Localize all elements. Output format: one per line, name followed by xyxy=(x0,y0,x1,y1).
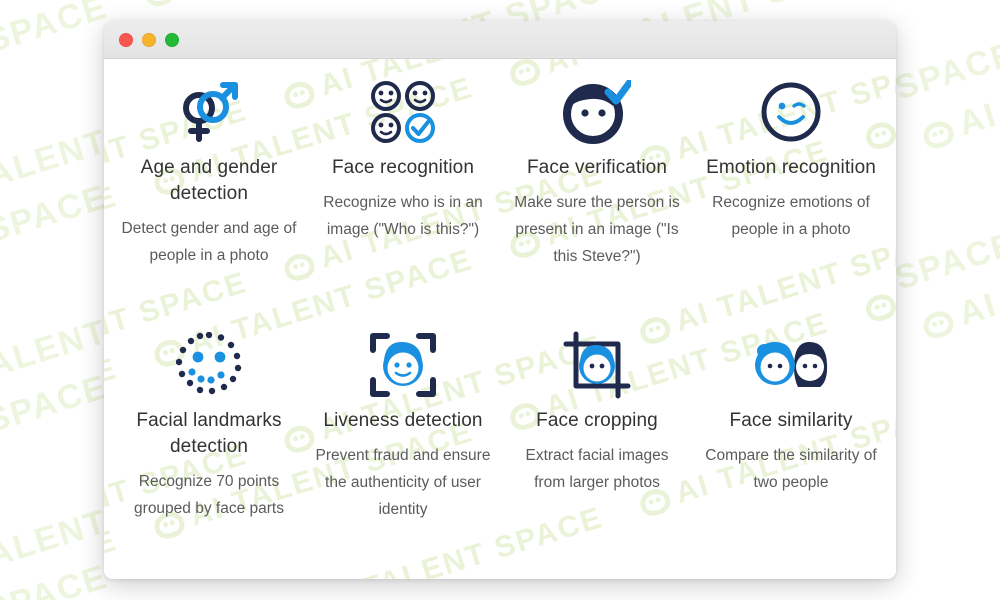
feature-description: Extract facial images from larger photos xyxy=(525,447,669,491)
app-window: AI TALENT SPACEAI TALENT SPACEAI TALENT … xyxy=(104,21,896,579)
feature-title: Face verification xyxy=(526,157,668,178)
feature-card-face-cropping[interactable]: Face cropping Extract facial images from… xyxy=(500,322,694,575)
feature-description: Prevent fraud and ensure the authenticit… xyxy=(315,447,491,518)
winking-smiley-icon xyxy=(760,73,822,151)
window-content-area: AI TALENT SPACEAI TALENT SPACEAI TALENT … xyxy=(104,59,896,579)
feature-description: Recognize emotions of people in a photo xyxy=(712,194,870,238)
landmark-dots-icon xyxy=(176,326,242,404)
feature-card-face-similarity[interactable]: Face similarity Compare the similarity o… xyxy=(694,322,888,575)
window-title-bar xyxy=(104,21,896,59)
face-checkmark-icon xyxy=(563,73,631,151)
feature-title: Liveness detection xyxy=(323,410,483,431)
zoom-button[interactable] xyxy=(165,32,179,47)
feature-grid: Age and gender detection Detect gender a… xyxy=(104,59,896,579)
feature-title: Age and gender detection xyxy=(140,157,278,205)
feature-description: Make sure the person is present in an im… xyxy=(514,194,680,265)
feature-card-facial-landmarks-detection[interactable]: Facial landmarks detection Recognize 70 … xyxy=(112,322,306,575)
feature-description: Detect gender and age of people in a pho… xyxy=(121,220,297,265)
feature-description: Recognize who is in an image ("Who is th… xyxy=(323,194,483,238)
feature-title: Emotion recognition xyxy=(706,157,876,178)
feature-description: Compare the similarity of two people xyxy=(705,447,877,491)
feature-card-liveness-detection[interactable]: Liveness detection Prevent fraud and ens… xyxy=(306,322,500,575)
feature-title: Face recognition xyxy=(331,157,475,178)
feature-description: Recognize 70 points grouped by face part… xyxy=(134,473,284,518)
feature-title: Facial landmarks detection xyxy=(136,410,282,458)
feature-card-emotion-recognition[interactable]: Emotion recognition Recognize emotions o… xyxy=(694,69,888,322)
feature-title: Face similarity xyxy=(729,410,853,431)
feature-card-face-recognition[interactable]: Face recognition Recognize who is in an … xyxy=(306,69,500,322)
gender-symbols-icon xyxy=(175,73,243,151)
feature-card-age-gender-detection[interactable]: Age and gender detection Detect gender a… xyxy=(112,69,306,322)
close-button[interactable] xyxy=(119,32,133,47)
minimize-button[interactable] xyxy=(142,32,156,47)
two-faces-icon xyxy=(750,326,832,404)
face-crop-marks-icon xyxy=(563,326,631,404)
face-scan-brackets-icon xyxy=(369,326,437,404)
feature-card-face-verification[interactable]: Face verification Make sure the person i… xyxy=(500,69,694,322)
four-faces-check-icon xyxy=(370,73,436,151)
feature-title: Face cropping xyxy=(536,410,658,431)
